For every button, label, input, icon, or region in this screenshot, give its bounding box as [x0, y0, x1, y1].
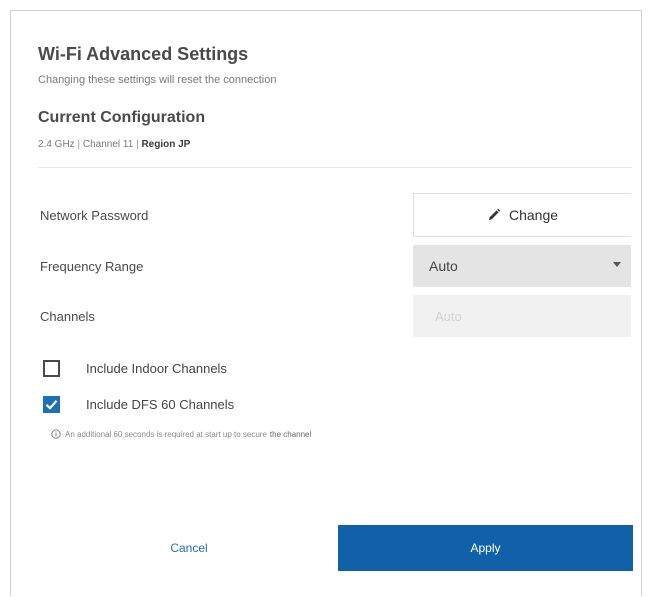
- caret-down-icon: [613, 262, 621, 267]
- wifi-advanced-settings-dialog: Wi-Fi Advanced Settings Changing these s…: [10, 10, 642, 596]
- dfs-channels-checkbox[interactable]: [43, 396, 60, 413]
- channels-label: Channels: [40, 309, 95, 324]
- include-dfs-channels-option[interactable]: Include DFS 60 Channels: [43, 396, 234, 413]
- info-note-text: An additional 60 seconds is required at …: [65, 429, 267, 439]
- checkmark-icon: [45, 400, 58, 410]
- current-configuration-heading: Current Configuration: [38, 109, 206, 126]
- dialog-subtitle: Changing these settings will reset the c…: [38, 74, 277, 86]
- dfs-channels-label: Include DFS 60 Channels: [86, 397, 235, 412]
- change-password-label: Change: [508, 207, 559, 223]
- frequency-range-value: Auto: [429, 258, 458, 274]
- indoor-channels-checkbox[interactable]: [43, 360, 60, 377]
- network-password-label: Network Password: [40, 208, 149, 223]
- config-region: Region JP: [141, 139, 191, 150]
- channels-value: Auto: [435, 308, 462, 324]
- info-icon: [51, 429, 61, 439]
- dialog-title: Wi-Fi Advanced Settings: [38, 44, 249, 64]
- indoor-channels-label: Include Indoor Channels: [86, 361, 227, 376]
- frequency-range-select[interactable]: Auto: [413, 245, 631, 287]
- frequency-range-label: Frequency Range: [40, 259, 144, 274]
- info-note-emphasis: the channel: [269, 429, 312, 439]
- config-band: 2.4 GHz: [38, 139, 75, 150]
- config-separator: |: [77, 139, 81, 150]
- config-separator: |: [136, 139, 139, 150]
- apply-button[interactable]: Apply: [338, 525, 633, 571]
- change-password-button[interactable]: Change: [413, 193, 631, 237]
- section-divider: [38, 167, 632, 168]
- info-note: An additional 60 seconds is required at …: [51, 429, 311, 439]
- current-configuration-summary: 2.4 GHz | Channel 11 | Region JP: [38, 139, 190, 150]
- config-channel: Channel 11: [82, 139, 134, 150]
- channels-select-disabled: Auto: [413, 295, 631, 337]
- include-indoor-channels-option[interactable]: Include Indoor Channels: [43, 360, 227, 377]
- cancel-button[interactable]: Cancel: [41, 525, 337, 571]
- pencil-icon: [487, 208, 501, 222]
